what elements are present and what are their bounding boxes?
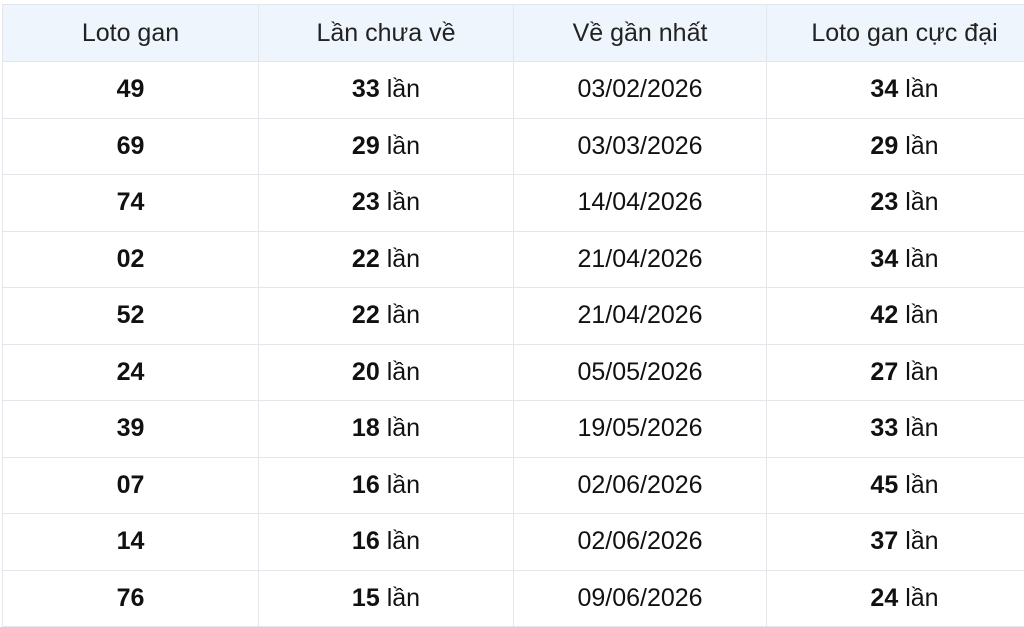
max-gan-count: 37	[870, 527, 898, 555]
missed-count-cell: 29 lần	[259, 118, 514, 175]
header-ve-gan-nhat: Về gần nhất	[514, 5, 767, 62]
unit-label: lần	[387, 414, 420, 442]
unit-label: lần	[387, 132, 420, 160]
loto-number: 76	[3, 570, 259, 627]
table-row: 76 15 lần 09/06/2026 24 lần	[3, 570, 1024, 627]
max-gan-cell: 24 lần	[767, 570, 1024, 627]
unit-label: lần	[905, 471, 938, 499]
loto-gan-table: Loto gan Lần chưa về Về gần nhất Loto ga…	[2, 4, 1024, 627]
missed-count: 16	[352, 527, 380, 555]
unit-label: lần	[905, 188, 938, 216]
unit-label: lần	[905, 245, 938, 273]
missed-count-cell: 16 lần	[259, 514, 514, 571]
missed-count-cell: 23 lần	[259, 175, 514, 232]
missed-count: 22	[352, 245, 380, 273]
missed-count-cell: 18 lần	[259, 401, 514, 458]
last-date: 19/05/2026	[514, 401, 767, 458]
last-date: 03/02/2026	[514, 62, 767, 119]
unit-label: lần	[905, 584, 938, 612]
last-date: 05/05/2026	[514, 344, 767, 401]
unit-label: lần	[387, 188, 420, 216]
unit-label: lần	[905, 75, 938, 103]
loto-number: 07	[3, 457, 259, 514]
max-gan-cell: 29 lần	[767, 118, 1024, 175]
unit-label: lần	[387, 358, 420, 386]
header-loto-gan: Loto gan	[3, 5, 259, 62]
unit-label: lần	[905, 132, 938, 160]
max-gan-count: 23	[870, 188, 898, 216]
unit-label: lần	[387, 75, 420, 103]
missed-count-cell: 15 lần	[259, 570, 514, 627]
missed-count: 22	[352, 301, 380, 329]
missed-count-cell: 22 lần	[259, 231, 514, 288]
max-gan-count: 33	[870, 414, 898, 442]
loto-number: 14	[3, 514, 259, 571]
unit-label: lần	[905, 358, 938, 386]
missed-count-cell: 16 lần	[259, 457, 514, 514]
loto-number: 24	[3, 344, 259, 401]
max-gan-count: 34	[870, 75, 898, 103]
table-row: 14 16 lần 02/06/2026 37 lần	[3, 514, 1024, 571]
missed-count-cell: 20 lần	[259, 344, 514, 401]
last-date: 02/06/2026	[514, 457, 767, 514]
max-gan-count: 24	[870, 584, 898, 612]
max-gan-cell: 34 lần	[767, 62, 1024, 119]
table-row: 24 20 lần 05/05/2026 27 lần	[3, 344, 1024, 401]
max-gan-cell: 42 lần	[767, 288, 1024, 345]
missed-count: 20	[352, 358, 380, 386]
last-date: 03/03/2026	[514, 118, 767, 175]
unit-label: lần	[387, 471, 420, 499]
unit-label: lần	[905, 301, 938, 329]
unit-label: lần	[387, 584, 420, 612]
max-gan-cell: 27 lần	[767, 344, 1024, 401]
unit-label: lần	[905, 527, 938, 555]
max-gan-count: 42	[870, 301, 898, 329]
table-row: 07 16 lần 02/06/2026 45 lần	[3, 457, 1024, 514]
last-date: 09/06/2026	[514, 570, 767, 627]
table-row: 52 22 lần 21/04/2026 42 lần	[3, 288, 1024, 345]
last-date: 14/04/2026	[514, 175, 767, 232]
missed-count: 33	[352, 75, 380, 103]
missed-count: 18	[352, 414, 380, 442]
loto-number: 69	[3, 118, 259, 175]
unit-label: lần	[387, 527, 420, 555]
last-date: 21/04/2026	[514, 288, 767, 345]
loto-number: 39	[3, 401, 259, 458]
unit-label: lần	[387, 301, 420, 329]
missed-count: 15	[352, 584, 380, 612]
loto-number: 52	[3, 288, 259, 345]
max-gan-cell: 34 lần	[767, 231, 1024, 288]
max-gan-count: 29	[870, 132, 898, 160]
table-row: 39 18 lần 19/05/2026 33 lần	[3, 401, 1024, 458]
loto-number: 02	[3, 231, 259, 288]
missed-count: 23	[352, 188, 380, 216]
table-row: 49 33 lần 03/02/2026 34 lần	[3, 62, 1024, 119]
last-date: 21/04/2026	[514, 231, 767, 288]
unit-label: lần	[905, 414, 938, 442]
max-gan-cell: 45 lần	[767, 457, 1024, 514]
header-lan-chua-ve: Lần chưa về	[259, 5, 514, 62]
table-row: 69 29 lần 03/03/2026 29 lần	[3, 118, 1024, 175]
max-gan-cell: 37 lần	[767, 514, 1024, 571]
loto-number: 49	[3, 62, 259, 119]
max-gan-count: 34	[870, 245, 898, 273]
loto-number: 74	[3, 175, 259, 232]
missed-count-cell: 33 lần	[259, 62, 514, 119]
missed-count-cell: 22 lần	[259, 288, 514, 345]
max-gan-count: 27	[870, 358, 898, 386]
table-row: 74 23 lần 14/04/2026 23 lần	[3, 175, 1024, 232]
max-gan-cell: 33 lần	[767, 401, 1024, 458]
max-gan-cell: 23 lần	[767, 175, 1024, 232]
missed-count: 29	[352, 132, 380, 160]
max-gan-count: 45	[870, 471, 898, 499]
header-loto-gan-cuc-dai: Loto gan cực đại	[767, 5, 1024, 62]
last-date: 02/06/2026	[514, 514, 767, 571]
table-header-row: Loto gan Lần chưa về Về gần nhất Loto ga…	[3, 5, 1024, 62]
table-row: 02 22 lần 21/04/2026 34 lần	[3, 231, 1024, 288]
missed-count: 16	[352, 471, 380, 499]
unit-label: lần	[387, 245, 420, 273]
